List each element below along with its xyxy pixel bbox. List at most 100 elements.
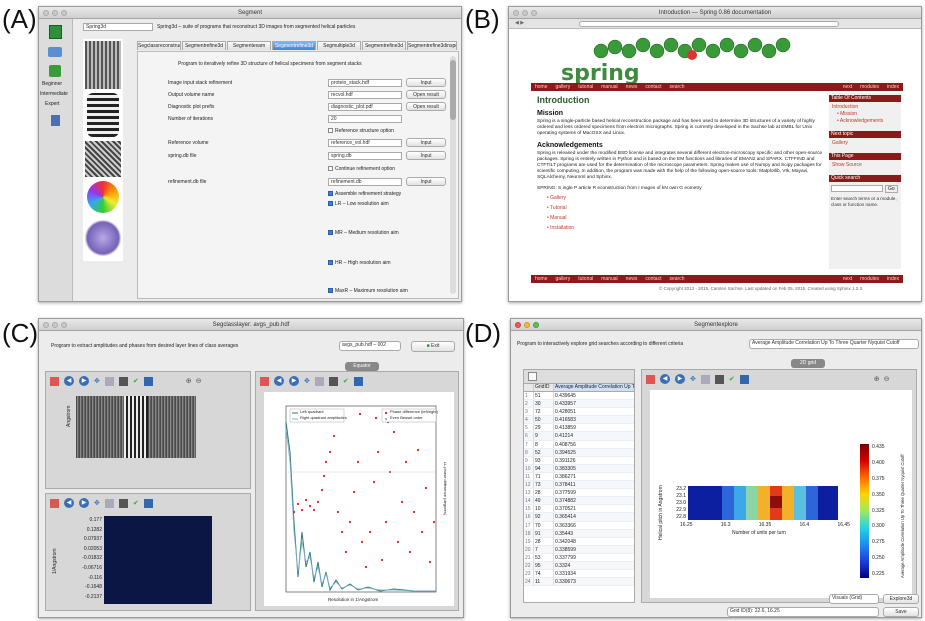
checkbox[interactable]	[328, 166, 333, 172]
tab-2d-grid[interactable]: 2D grid	[791, 359, 825, 368]
home-icon[interactable]	[646, 374, 655, 384]
table-row[interactable]: 7 8 0.408756	[524, 440, 634, 449]
pan-icon[interactable]: ✥	[94, 377, 100, 386]
visuals-select[interactable]: Visuals (Grid)	[829, 594, 879, 604]
checkbox[interactable]	[328, 201, 333, 207]
open-result-button[interactable]: Open result	[406, 90, 446, 99]
param-input[interactable]: recvol.hdf	[328, 91, 402, 99]
mr-check[interactable]: MR – Medium resolution aim	[328, 230, 399, 237]
zoom-rect-icon[interactable]	[104, 376, 114, 386]
class-average-select[interactable]: avgs_pub.hdf – 002	[339, 341, 401, 351]
table-row[interactable]: 12 73 0.378411	[524, 481, 634, 490]
table-row[interactable]: 11 71 0.386271	[524, 472, 634, 482]
nav-link-modules[interactable]: modules	[860, 276, 879, 283]
table-row[interactable]: 14 49 0.374882	[524, 497, 634, 506]
search-go-button[interactable]: Go	[885, 185, 898, 193]
nav-link-search[interactable]: search	[669, 84, 684, 91]
nav-link-modules[interactable]: modules	[860, 84, 879, 91]
configure-icon[interactable]	[714, 374, 724, 384]
nav-link-home[interactable]: home	[535, 84, 548, 91]
forward-icon[interactable]: ▶	[289, 376, 299, 386]
table-row[interactable]: 8 52 0.394525	[524, 448, 634, 457]
nav-link-contact[interactable]: contact	[645, 84, 661, 91]
configure-icon[interactable]	[118, 376, 128, 386]
sidebar-item-intermediate[interactable]: Intermediate	[40, 91, 68, 98]
tab-0[interactable]: Segclassreconstruct	[137, 41, 181, 50]
checkbox[interactable]	[328, 288, 333, 294]
table-row[interactable]: 23 74 0.331934	[524, 570, 634, 579]
table-row[interactable]: 20 7 0.338599	[524, 545, 634, 554]
save-icon[interactable]	[143, 498, 153, 508]
tab-2[interactable]: Segmentexam	[227, 41, 271, 50]
table-row[interactable]: 21 53 0.337799	[524, 553, 634, 562]
home-icon[interactable]	[50, 376, 59, 386]
folder-icon[interactable]	[48, 47, 62, 57]
nav-link-next[interactable]: next	[843, 84, 852, 91]
table-row[interactable]: 24 11 0.330673	[524, 578, 634, 587]
param-input[interactable]: reference_vol.hdf	[328, 139, 402, 147]
zoom-in-icon[interactable]: ⊕	[186, 377, 192, 386]
pan-icon[interactable]: ✥	[690, 375, 696, 384]
tab-6[interactable]: Segmentrefine3dinspect	[407, 41, 457, 50]
tab-3-active[interactable]: Segmentrefine3d	[272, 41, 316, 50]
zoom-rect-icon[interactable]	[700, 374, 710, 384]
search-input[interactable]	[831, 185, 883, 192]
exit-button[interactable]: ■ Exit	[411, 341, 455, 352]
window-controls[interactable]	[513, 10, 537, 16]
open-result-button[interactable]: Open result	[406, 102, 446, 111]
continue-option-check[interactable]: Continue refinement option	[328, 166, 395, 173]
param-input[interactable]: diagnostic_plot.pdf	[328, 103, 402, 111]
reference-option-check[interactable]: Reference structure option	[328, 128, 394, 135]
nav-link-gallery[interactable]: gallery	[556, 276, 571, 283]
param-input[interactable]: refinement.db	[328, 178, 402, 186]
nav-link-news[interactable]: news	[626, 276, 638, 283]
zoom-rect-icon[interactable]	[104, 498, 114, 508]
check-icon[interactable]: ✔	[343, 377, 349, 386]
save-icon[interactable]	[739, 374, 749, 384]
nav-link-next[interactable]: next	[843, 276, 852, 283]
table-row[interactable]: 1 51 0.439645	[524, 392, 634, 401]
checkbox[interactable]	[328, 128, 333, 134]
table-row[interactable]: 18 91 0.35443	[524, 529, 634, 538]
bullet-link-gallery[interactable]: • Gallery	[547, 195, 823, 202]
nav-link-tutorial[interactable]: tutorial	[578, 276, 593, 283]
table-row[interactable]: 22 95 0.3324	[524, 561, 634, 571]
save-icon[interactable]	[143, 376, 153, 386]
grid-id-select[interactable]: Grid ID(8): 22.6, 16.25	[727, 607, 879, 617]
save-button[interactable]: Save	[883, 607, 919, 617]
explore3d-button[interactable]: Explore3d	[883, 594, 919, 604]
zoom-out-icon[interactable]: ⊖	[196, 377, 202, 386]
exit-icon[interactable]	[49, 25, 62, 39]
url-bar[interactable]	[579, 21, 839, 27]
table-row[interactable]: 19 28 0.342048	[524, 537, 634, 546]
input-button[interactable]: Input	[406, 177, 446, 186]
back-icon[interactable]: ◀	[274, 376, 284, 386]
checkbox[interactable]	[328, 230, 333, 236]
sidebar-item-expert[interactable]: Expert	[45, 101, 59, 108]
col-header-gridid[interactable]: GridID	[533, 384, 553, 391]
window-controls[interactable]	[43, 322, 67, 328]
param-input[interactable]: protein_stack.hdf	[328, 79, 402, 87]
back-icon[interactable]: ◀	[660, 374, 670, 384]
nav-link-manual[interactable]: manual	[601, 84, 617, 91]
nav-link-home[interactable]: home	[535, 276, 548, 283]
show-source-link[interactable]: Show Source	[829, 162, 901, 169]
bullet-link-installation[interactable]: • Installation	[547, 225, 823, 232]
table-row[interactable]: 2 30 0.433957	[524, 400, 634, 409]
col-header-correlation[interactable]: Average Amplitude Correlation Up To	[553, 384, 634, 391]
nav-link-contact[interactable]: contact	[645, 276, 661, 283]
back-forward-icon[interactable]: ◀ ▶	[515, 20, 524, 27]
input-button[interactable]: Input	[406, 151, 446, 160]
table-row[interactable]: 17 70 0.363366	[524, 521, 634, 530]
home-icon[interactable]	[50, 498, 59, 508]
check-icon[interactable]: ✔	[133, 499, 139, 508]
tab-equator[interactable]: Equator	[345, 362, 379, 371]
table-row[interactable]: 6 9 0.41214	[524, 432, 634, 441]
toc-link[interactable]: Introduction	[829, 104, 901, 111]
tab-1[interactable]: Segmentrefine3d	[182, 41, 226, 50]
checkbox[interactable]	[328, 191, 333, 197]
toc-link[interactable]: • Acknowledgements	[829, 118, 901, 125]
document-icon[interactable]	[51, 115, 60, 126]
criterion-select[interactable]: Average Amplitude Correlation Up To Thre…	[749, 339, 919, 349]
nav-link-manual[interactable]: manual	[601, 276, 617, 283]
